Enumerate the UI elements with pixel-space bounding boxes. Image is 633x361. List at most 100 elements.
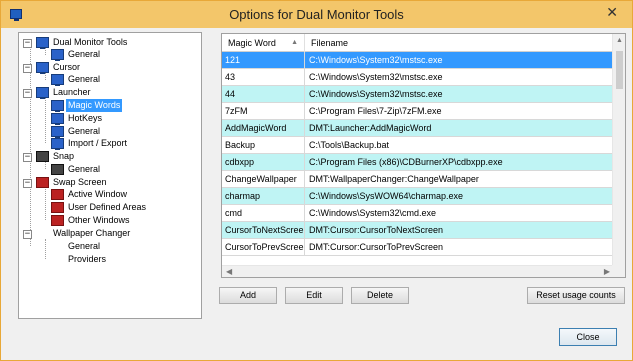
swap-screen-icon xyxy=(36,177,49,188)
monitor-icon xyxy=(51,49,64,61)
collapse-icon[interactable]: − xyxy=(23,179,32,188)
close-button[interactable]: Close xyxy=(559,328,617,346)
tree-node-label: Active Window xyxy=(68,189,128,199)
filename-cell[interactable]: C:\Windows\System32\mstsc.exe xyxy=(305,52,613,69)
magic-word-cell[interactable]: cdbxpp xyxy=(222,154,305,171)
monitor-icon xyxy=(36,62,49,74)
tree-node-import-export[interactable]: Import / Export xyxy=(51,137,129,150)
filename-cell[interactable]: C:\Windows\SysWOW64\charmap.exe xyxy=(305,188,613,205)
scrollbar-corner xyxy=(612,265,625,277)
collapse-icon[interactable]: − xyxy=(23,230,32,239)
table-row[interactable]: AddMagicWord DMT:Launcher:AddMagicWord xyxy=(222,120,613,137)
filename-cell[interactable]: DMT:Cursor:CursorToNextScreen xyxy=(305,222,613,239)
tree-node-other-windows[interactable]: Other Windows xyxy=(51,214,132,227)
options-tree[interactable]: − Dual Monitor Tools General − Cursor Gene… xyxy=(18,32,202,319)
swap-screen-icon xyxy=(51,189,64,200)
vertical-scrollbar[interactable]: ▲ xyxy=(612,34,625,266)
column-header-filename[interactable]: Filename xyxy=(305,34,613,52)
tree-connector xyxy=(45,98,46,143)
filename-cell[interactable]: C:\Program Files (x86)\CDBurnerXP\cdbxpp… xyxy=(305,154,613,171)
magic-word-cell[interactable]: 43 xyxy=(222,69,305,86)
horizontal-scrollbar[interactable]: ◀ ▶ xyxy=(222,265,613,277)
delete-button[interactable]: Delete xyxy=(351,287,409,304)
scroll-right-icon[interactable]: ▶ xyxy=(604,267,610,276)
tree-node-wallpaper-changer[interactable]: − Wallpaper Changer xyxy=(23,227,132,240)
tree-node-label: Magic Words xyxy=(66,99,123,112)
collapse-icon[interactable]: − xyxy=(23,39,32,48)
scrollbar-thumb[interactable] xyxy=(616,51,623,89)
reset-usage-counts-button[interactable]: Reset usage counts xyxy=(527,287,625,304)
table-row[interactable]: cmd C:\Windows\System32\cmd.exe xyxy=(222,205,613,222)
tree-node-magic-words[interactable]: Magic Words xyxy=(51,99,123,112)
column-header-label: Magic Word xyxy=(228,38,276,48)
table-row[interactable]: CursorToPrevScreen DMT:Cursor:CursorToPr… xyxy=(222,239,613,256)
tree-node-label: Providers xyxy=(68,254,107,264)
magic-word-cell[interactable]: CursorToPrevScreen xyxy=(222,239,305,256)
table-row[interactable]: ChangeWallpaper DMT:WallpaperChanger:Cha… xyxy=(222,171,613,188)
tree-connector xyxy=(45,162,46,169)
tree-node-general[interactable]: General xyxy=(51,48,102,61)
tree-node-general[interactable]: General xyxy=(51,240,102,253)
filename-cell[interactable]: C:\Windows\System32\cmd.exe xyxy=(305,205,613,222)
tree-node-label: Wallpaper Changer xyxy=(53,228,131,238)
table-row[interactable]: Backup C:\Tools\Backup.bat xyxy=(222,137,613,154)
tree-node-general[interactable]: General xyxy=(51,73,102,86)
tree-node-launcher[interactable]: − Launcher xyxy=(23,86,93,99)
table-row[interactable]: charmap C:\Windows\SysWOW64\charmap.exe xyxy=(222,188,613,205)
filename-cell[interactable]: C:\Tools\Backup.bat xyxy=(305,137,613,154)
filename-cell[interactable]: C:\Windows\System32\mstsc.exe xyxy=(305,69,613,86)
tree-connector xyxy=(45,73,46,80)
magic-word-cell[interactable]: ChangeWallpaper xyxy=(222,171,305,188)
monitor-icon xyxy=(51,126,64,138)
magic-word-cell[interactable]: 7zFM xyxy=(222,103,305,120)
table-row[interactable]: cdbxpp C:\Program Files (x86)\CDBurnerXP… xyxy=(222,154,613,171)
tree-node-label: HotKeys xyxy=(68,113,103,123)
magic-word-cell[interactable]: charmap xyxy=(222,188,305,205)
tree-node-providers[interactable]: Providers xyxy=(51,253,108,266)
swap-screen-icon xyxy=(51,215,64,226)
scroll-left-icon[interactable]: ◀ xyxy=(226,267,232,276)
filename-cell[interactable]: C:\Program Files\7-Zip\7zFM.exe xyxy=(305,103,613,120)
magic-word-cell[interactable]: cmd xyxy=(222,205,305,222)
magic-word-cell[interactable]: 121 xyxy=(222,52,305,69)
filename-cell[interactable]: DMT:Launcher:AddMagicWord xyxy=(305,120,613,137)
collapse-icon[interactable]: − xyxy=(23,89,32,98)
tree-node-hotkeys[interactable]: HotKeys xyxy=(51,112,104,125)
filename-cell[interactable]: DMT:WallpaperChanger:ChangeWallpaper xyxy=(305,171,613,188)
table-row[interactable]: CursorToNextScreen DMT:Cursor:CursorToNe… xyxy=(222,222,613,239)
options-window: Options for Dual Monitor Tools ✕ − Dual M… xyxy=(0,0,633,361)
table-row[interactable]: 121 C:\Windows\System32\mstsc.exe xyxy=(222,52,613,69)
tree-node-label: Other Windows xyxy=(68,215,130,225)
tree-node-label: General xyxy=(68,164,101,174)
add-button[interactable]: Add xyxy=(219,287,277,304)
table-row[interactable]: 43 C:\Windows\System32\mstsc.exe xyxy=(222,69,613,86)
magic-word-cell[interactable]: AddMagicWord xyxy=(222,120,305,137)
tree-connector xyxy=(45,187,46,220)
tree-node-user-defined-areas[interactable]: User Defined Areas xyxy=(51,201,148,214)
magic-word-cell[interactable]: Backup xyxy=(222,137,305,154)
magic-word-cell[interactable]: CursorToNextScreen xyxy=(222,222,305,239)
filename-cell[interactable]: DMT:Cursor:CursorToPrevScreen xyxy=(305,239,613,256)
monitor-icon xyxy=(36,87,49,99)
magic-word-cell[interactable]: 44 xyxy=(222,86,305,103)
title-bar[interactable]: Options for Dual Monitor Tools ✕ xyxy=(1,1,632,28)
tree-node-general[interactable]: General xyxy=(51,163,102,176)
table-row[interactable]: 44 C:\Windows\System32\mstsc.exe xyxy=(222,86,613,103)
tree-node-snap[interactable]: − Snap xyxy=(23,150,76,163)
table-row[interactable]: 7zFM C:\Program Files\7-Zip\7zFM.exe xyxy=(222,103,613,120)
filename-cell[interactable]: C:\Windows\System32\mstsc.exe xyxy=(305,86,613,103)
collapse-icon[interactable]: − xyxy=(23,64,32,73)
tree-node-active-window[interactable]: Active Window xyxy=(51,188,129,201)
column-header-magic-word[interactable]: Magic Word ▲ xyxy=(222,34,305,52)
monitor-icon xyxy=(36,37,49,49)
close-window-icon[interactable]: ✕ xyxy=(606,5,618,21)
tree-node-label: General xyxy=(68,241,101,251)
edit-button[interactable]: Edit xyxy=(285,287,343,304)
magic-words-grid[interactable]: Magic Word ▲ Filename 121 C:\Windows\Sys… xyxy=(221,33,626,278)
tree-node-label: General xyxy=(68,74,101,84)
sort-ascending-icon: ▲ xyxy=(291,39,298,46)
scroll-up-icon[interactable]: ▲ xyxy=(616,37,623,44)
monitor-icon xyxy=(51,113,64,125)
tree-node-label: Import / Export xyxy=(68,138,128,148)
collapse-icon[interactable]: − xyxy=(23,153,32,162)
